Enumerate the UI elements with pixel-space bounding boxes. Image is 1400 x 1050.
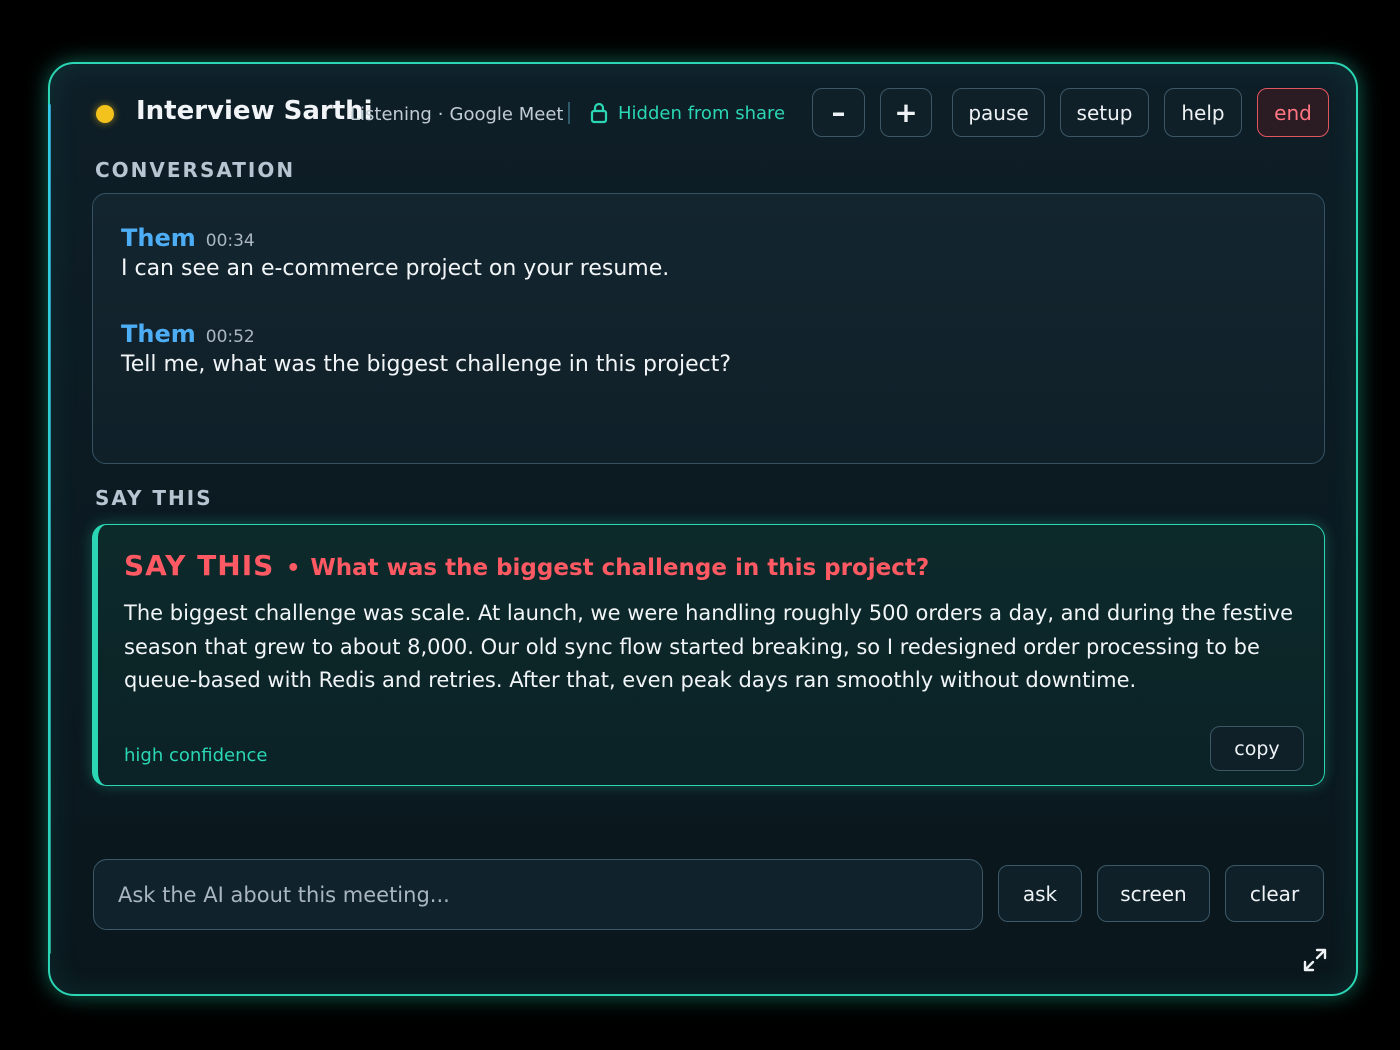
share-status: Hidden from share: [590, 102, 785, 124]
clear-button[interactable]: clear: [1225, 865, 1324, 922]
end-button[interactable]: end: [1257, 88, 1329, 137]
help-button[interactable]: help: [1164, 88, 1242, 137]
screen-button[interactable]: screen: [1097, 865, 1210, 922]
conversation-message: Them 00:52 Tell me, what was the biggest…: [121, 320, 731, 377]
message-text: I can see an e-commerce project on your …: [121, 256, 670, 281]
expand-icon[interactable]: [1302, 947, 1328, 973]
say-this-tag: SAY THIS: [124, 549, 275, 582]
confidence-label: high confidence: [124, 745, 268, 766]
say-this-section-label: SAY THIS: [95, 486, 213, 510]
app-title: Interview Sarthi: [136, 96, 373, 126]
suggested-answer-text: The biggest challenge was scale. At laun…: [124, 601, 1294, 692]
status-dot-icon: [96, 105, 114, 123]
detected-question: What was the biggest challenge in this p…: [310, 555, 930, 581]
conversation-panel: Them 00:34 I can see an e-commerce proje…: [92, 193, 1325, 464]
speaker-name: Them: [121, 224, 196, 252]
ask-button[interactable]: ask: [998, 865, 1082, 922]
listening-status: Listening · Google Meet: [350, 104, 563, 125]
message-header: Them 00:52: [121, 320, 731, 348]
source-label: Google Meet: [449, 104, 564, 125]
suggested-answer-header: SAY THIS • What was the biggest challeng…: [124, 549, 929, 582]
zoom-out-button[interactable]: –: [812, 88, 865, 137]
message-text: Tell me, what was the biggest challenge …: [121, 352, 732, 377]
share-status-label: Hidden from share: [618, 102, 786, 124]
copy-button[interactable]: copy: [1210, 726, 1304, 771]
status-label: Listening: [350, 104, 432, 125]
header-divider: [568, 102, 570, 124]
bullet-separator: •: [286, 556, 301, 581]
speaker-name: Them: [121, 320, 196, 348]
message-header: Them 00:34: [121, 224, 669, 252]
message-time: 00:34: [205, 231, 255, 251]
suggested-answer-card: SAY THIS • What was the biggest challeng…: [92, 524, 1325, 786]
conversation-message: Them 00:34 I can see an e-commerce proje…: [121, 224, 669, 281]
message-time: 00:52: [205, 327, 255, 347]
pause-button[interactable]: pause: [952, 88, 1045, 137]
setup-button[interactable]: setup: [1060, 88, 1149, 137]
conversation-section-label: CONVERSATION: [95, 158, 296, 182]
ask-ai-input[interactable]: [93, 859, 983, 930]
status-separator: ·: [437, 104, 444, 125]
lock-icon: [590, 102, 608, 124]
zoom-in-button[interactable]: +: [880, 88, 932, 137]
